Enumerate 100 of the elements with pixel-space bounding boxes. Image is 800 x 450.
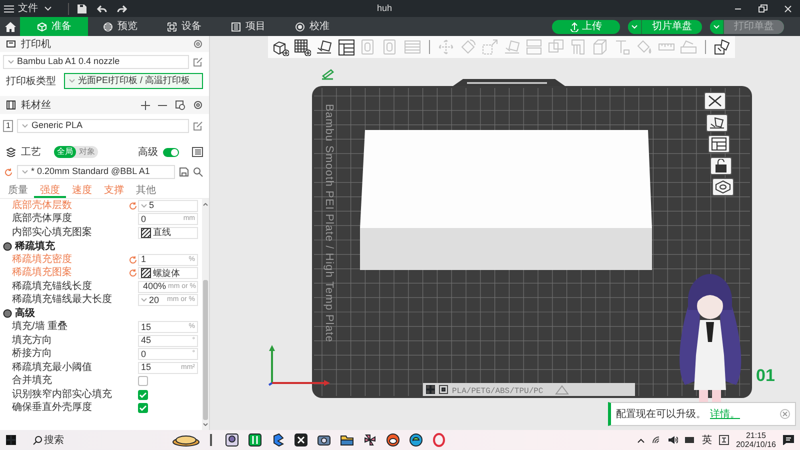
battery-icon[interactable]: [684, 437, 695, 443]
folder-icon[interactable]: [340, 433, 354, 447]
target-icon: [294, 22, 304, 32]
pattern-dropdown[interactable]: 直线: [138, 226, 198, 239]
pinwheel-icon[interactable]: [363, 433, 377, 447]
clock[interactable]: 21:15 2024/10/16: [736, 431, 776, 449]
caret-icon: [8, 60, 14, 64]
window-title: huh: [377, 2, 392, 15]
main-tab[interactable]: 设备: [152, 17, 216, 36]
notification-icon[interactable]: [783, 435, 794, 445]
restore-icon[interactable]: [758, 4, 768, 14]
cube-icon: [592, 38, 609, 56]
settings-icon[interactable]: [193, 100, 203, 110]
tile-app-icon[interactable]: [294, 433, 308, 447]
edit-icon[interactable]: [193, 121, 203, 131]
split-tool-button[interactable]: [713, 38, 732, 56]
close-icon[interactable]: [784, 4, 792, 12]
cube-icon: [36, 22, 46, 32]
slot-number: 1: [3, 120, 14, 132]
volume-icon[interactable]: [668, 436, 678, 444]
orient-button[interactable]: [706, 114, 728, 132]
edit-icon[interactable]: [193, 57, 203, 67]
camera-icon[interactable]: [317, 433, 331, 447]
file-menu-button[interactable]: 文件: [0, 0, 58, 17]
add-grid-tool-button[interactable]: [293, 38, 312, 56]
search-icon[interactable]: [193, 167, 203, 177]
bucket-icon: [636, 38, 653, 56]
undo-icon[interactable]: [97, 4, 107, 12]
slicer-app-icon[interactable]: [248, 433, 262, 447]
advanced-switch[interactable]: [163, 148, 179, 156]
main-tab[interactable]: 项目: [216, 17, 280, 36]
caret-icon: [141, 298, 147, 302]
reset-icon[interactable]: [4, 168, 13, 176]
caret-icon: [713, 24, 720, 28]
search-field[interactable]: 搜索: [42, 432, 112, 448]
chevron-up-icon[interactable]: [636, 438, 645, 442]
save-icon[interactable]: [179, 167, 189, 177]
setting-label: 确保垂直外壳厚度: [12, 402, 93, 414]
spool-icon: [6, 100, 16, 110]
layers-icon: [102, 22, 112, 32]
input-language[interactable]: 英: [702, 432, 712, 448]
checkbox[interactable]: [138, 390, 148, 400]
wifi-icon[interactable]: [652, 436, 661, 444]
setting-label: 识别狭窄内部实心填充: [12, 388, 113, 401]
orient-icon: [708, 116, 726, 130]
browser-icon[interactable]: [409, 433, 423, 447]
orient-tool-button[interactable]: [315, 38, 334, 56]
layout-button[interactable]: [708, 135, 730, 153]
grid-icon: [426, 385, 435, 394]
main-tab[interactable]: 校准: [280, 17, 344, 36]
move-icon: [438, 38, 455, 56]
support-icon: [570, 38, 587, 56]
pattern-dropdown[interactable]: 螺旋体: [138, 267, 198, 280]
scrollbar[interactable]: [202, 199, 209, 430]
process-preset-dropdown[interactable]: * 0.20mm Standard @BBL A1: [17, 165, 175, 179]
caret-icon: [141, 204, 147, 208]
plate-type-dropdown[interactable]: 光面PEI打印板 / 高温打印板: [64, 73, 203, 89]
ime-icon[interactable]: [718, 435, 729, 445]
checkbox[interactable]: [138, 403, 148, 414]
checkbox[interactable]: [138, 376, 148, 386]
group-icon: [3, 309, 12, 318]
notification-text: 配置现在可以升级。: [616, 408, 706, 422]
filament-dropdown[interactable]: Generic PLA: [17, 119, 189, 133]
reset-icon[interactable]: [129, 256, 137, 264]
home-icon[interactable]: [4, 22, 16, 32]
reset-icon[interactable]: [129, 202, 137, 210]
list-icon[interactable]: [192, 147, 203, 157]
setting-label: 底部壳体层数: [12, 200, 73, 212]
close-button[interactable]: [704, 92, 726, 110]
overlap-icon: [548, 38, 565, 56]
layout-tool-button[interactable]: [337, 38, 356, 56]
plate-name: Bambu Smooth PEI Plate / High Temp Plate: [323, 104, 335, 342]
ring-app-icon[interactable]: [432, 433, 446, 447]
nut-button[interactable]: [712, 178, 734, 196]
orient-icon: [504, 38, 521, 56]
setting-label: 桥接方向: [12, 348, 53, 360]
printer-dropdown[interactable]: Bambu Lab A1 0.4 nozzle: [3, 55, 189, 69]
pie-icon: [171, 433, 201, 447]
main-tab[interactable]: 预览: [88, 17, 152, 36]
split-icon: [714, 38, 731, 56]
lock-button[interactable]: [710, 156, 732, 174]
layout-icon: [710, 137, 728, 151]
pencil-icon[interactable]: [321, 69, 334, 80]
section-title: 打印机: [21, 38, 51, 52]
search-icon: [33, 436, 42, 444]
redo-icon[interactable]: [117, 4, 127, 12]
caret-icon: [22, 124, 28, 128]
number-field[interactable]: 5: [138, 200, 198, 212]
settings-tab[interactable]: 其他: [130, 183, 162, 198]
upload-icon: [570, 22, 579, 32]
settings-icon[interactable]: [193, 39, 203, 49]
layers-icon: [6, 147, 16, 157]
caret-icon: [69, 79, 75, 83]
add-icon[interactable]: [141, 100, 150, 110]
printer-icon: [6, 39, 16, 49]
settings-tab[interactable]: 质量: [2, 183, 34, 198]
setting-label: 填充方向: [12, 334, 53, 347]
close-icon: [780, 409, 790, 419]
reset-icon[interactable]: [129, 269, 137, 278]
add-grid-icon: [294, 38, 311, 56]
